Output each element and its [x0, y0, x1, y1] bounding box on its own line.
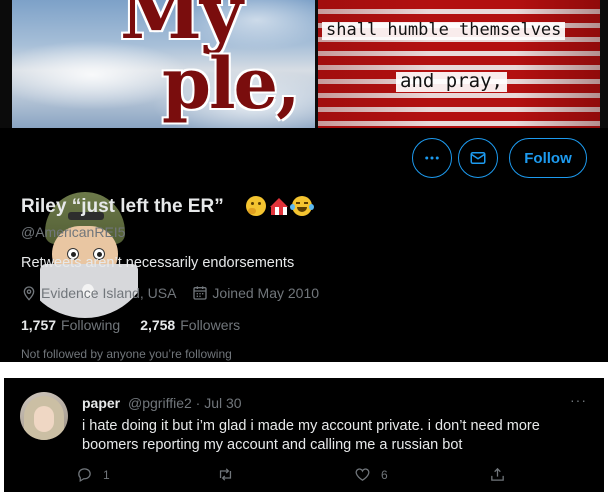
location-pin-icon	[23, 286, 35, 301]
tweet-header: paper @pgriffie2 · Jul 30	[82, 395, 242, 411]
tweet-more-button[interactable]: ···	[570, 392, 587, 408]
banner-sky-image: My ple,	[12, 0, 315, 128]
not-followed-notice: Not followed by anyone you’re following	[21, 347, 232, 361]
share-icon	[491, 467, 504, 481]
reply-icon	[78, 468, 91, 483]
message-icon	[470, 152, 486, 164]
share-button[interactable]	[489, 466, 516, 483]
banner-flag-image: shall humble themselves and pray,	[318, 0, 600, 128]
following-count: 1,757	[21, 317, 57, 333]
profile-header: Follow Riley “just left the ER” @America…	[0, 128, 608, 362]
like-count: 6	[381, 467, 388, 482]
banner-caption-line-1: shall humble themselves	[322, 21, 566, 40]
like-button[interactable]: 6	[354, 466, 388, 483]
banner-caption-line-2: and pray,	[396, 71, 507, 92]
profile-location: Evidence Island, USA	[41, 285, 177, 301]
more-button[interactable]	[412, 138, 452, 178]
profile-bio: Retweets aren’t necessarily endorsements	[21, 255, 295, 271]
profile-handle: @AmericanREI5	[21, 224, 126, 240]
display-name: Riley “just left the ER”	[21, 196, 224, 217]
circus-tent-icon	[269, 196, 289, 216]
following-link[interactable]: 1,757 Following	[21, 317, 120, 333]
reply-count: 1	[103, 467, 110, 482]
followers-link[interactable]: 2,758 Followers	[140, 317, 240, 333]
following-label: Following	[61, 317, 121, 333]
tweet-separator: ·	[195, 395, 201, 411]
tweet-card[interactable]: paper @pgriffie2 · Jul 30 ··· i hate doi…	[4, 378, 604, 492]
retweet-icon	[219, 468, 232, 481]
profile-meta: Evidence Island, USA Joined May 2010	[21, 285, 319, 301]
name-emoji-group	[246, 196, 314, 216]
tweet-author-avatar[interactable]	[20, 392, 68, 440]
tear-shape	[309, 204, 314, 210]
profile-banner[interactable]: My ple, shall humble themselves and pray…	[0, 0, 608, 128]
heart-icon	[355, 468, 370, 481]
calendar-icon	[193, 286, 208, 300]
thinking-face-icon	[246, 196, 266, 216]
retweet-button[interactable]	[217, 466, 244, 483]
tear-shape	[290, 204, 295, 210]
tweet-date[interactable]: Jul 30	[204, 395, 241, 411]
message-button[interactable]	[458, 138, 498, 178]
tweet-author-name[interactable]: paper	[82, 395, 120, 411]
avatar-face	[34, 406, 54, 432]
tweet-author-handle[interactable]: @pgriffie2	[128, 395, 192, 411]
tweet-actions: 1 6	[76, 466, 506, 486]
banner-word-people: ple,	[162, 42, 300, 125]
more-icon	[425, 156, 439, 160]
face-with-tears-of-joy-icon	[290, 196, 314, 216]
follow-counts: 1,757 Following 2,758 Followers	[21, 317, 260, 333]
reply-button[interactable]: 1	[76, 466, 110, 483]
followers-label: Followers	[180, 317, 241, 333]
followers-count: 2,758	[140, 317, 176, 333]
follow-button[interactable]: Follow	[509, 138, 587, 178]
tweet-text: i hate doing it but i’m glad i made my a…	[82, 418, 540, 453]
profile-joined-date: Joined May 2010	[212, 285, 320, 301]
